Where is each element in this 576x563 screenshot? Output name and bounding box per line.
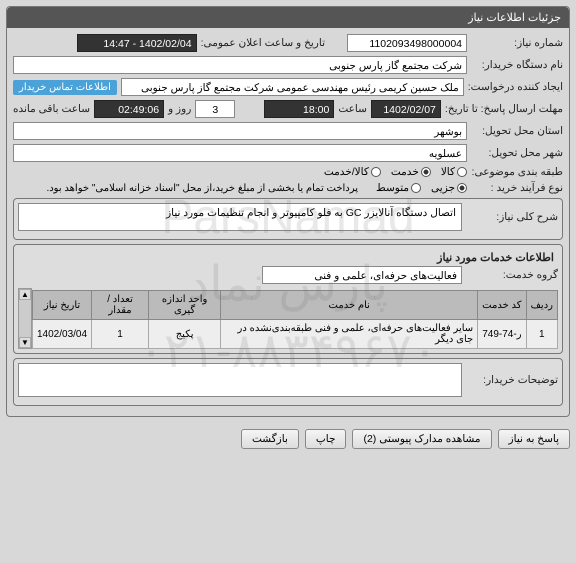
contact-link[interactable]: اطلاعات تماس خریدار: [13, 80, 117, 95]
radio-both[interactable]: کالا/خدمت: [324, 166, 381, 178]
deadline-remain-label: ساعت باقی مانده: [13, 103, 90, 115]
radio-medium[interactable]: متوسط: [376, 182, 421, 194]
deadline-time: 02:49:06: [94, 100, 164, 118]
scroll-down-icon[interactable]: ▼: [19, 337, 31, 348]
row-creator: ایجاد کننده درخواست: ملک حسین کریمی رئیس…: [13, 78, 563, 96]
radio-service[interactable]: خدمت: [391, 166, 431, 178]
print-button[interactable]: چاپ: [305, 429, 347, 449]
row-deadline: مهلت ارسال پاسخ: تا تاریخ: 1402/02/07 سا…: [13, 100, 563, 118]
province-value: بوشهر: [13, 122, 467, 140]
radio-goods[interactable]: کالا: [441, 166, 467, 178]
th-qty: تعداد / مقدار: [92, 291, 149, 320]
deadline-date: 1402/02/07: [371, 100, 441, 118]
table-scrollbar[interactable]: ▲ ▼: [18, 288, 32, 349]
row-buyer: نام دستگاه خریدار: شرکت مجتمع گاز پارس ج…: [13, 56, 563, 74]
row-subject-type: طبقه بندی موضوعی: کالا خدمت کالا/خدمت: [13, 166, 563, 178]
services-panel: اطلاعات خدمات مورد نیاز گروه خدمت: فعالی…: [13, 244, 563, 354]
deadline-label: مهلت ارسال پاسخ: تا تاریخ:: [445, 103, 563, 115]
th-code: کد خدمت: [478, 291, 526, 320]
subject-type-label: طبقه بندی موضوعی:: [471, 166, 563, 178]
buyer-notes-value: [18, 363, 462, 397]
services-table: ردیف کد خدمت نام خدمت واحد اندازه گیری ت…: [32, 290, 558, 349]
process-type-radios: جزیی متوسط: [376, 182, 467, 194]
attachments-button[interactable]: مشاهده مدارک پیوستی (2): [352, 429, 491, 449]
deadline-hour-label: ساعت: [338, 103, 367, 115]
main-desc-value: اتصال دستگاه آنالایزر GC به فلو کامپیوتر…: [18, 203, 462, 231]
scroll-up-icon[interactable]: ▲: [19, 289, 31, 300]
deadline-days-label: روز و: [168, 103, 191, 115]
deadline-days: 3: [195, 100, 235, 118]
buyer-notes-panel: توضیحات خریدار:: [13, 358, 563, 406]
announce-label: تاریخ و ساعت اعلان عمومی:: [201, 37, 325, 49]
footer-buttons: پاسخ به نیاز مشاهده مدارک پیوستی (2) چاپ…: [0, 423, 576, 455]
reqno-value: 1102093498000004: [347, 34, 467, 52]
main-panel: جزئیات اطلاعات نیاز شماره نیاز: 11020934…: [6, 6, 570, 417]
service-group-label: گروه خدمت:: [466, 269, 558, 281]
th-unit: واحد اندازه گیری: [148, 291, 220, 320]
announce-value: 1402/02/04 - 14:47: [77, 34, 197, 52]
row-process-type: نوع فرآیند خرید : جزیی متوسط پرداخت تمام…: [13, 182, 563, 194]
th-row: ردیف: [526, 291, 557, 320]
creator-label: ایجاد کننده درخواست:: [468, 81, 563, 93]
service-group-value: فعالیت‌های حرفه‌ای، علمی و فنی: [262, 266, 462, 284]
process-type-label: نوع فرآیند خرید :: [471, 182, 563, 194]
main-desc-panel: شرح کلی نیاز: اتصال دستگاه آنالایزر GC ب…: [13, 198, 563, 240]
main-desc-label: شرح کلی نیاز:: [466, 211, 558, 223]
subject-type-radios: کالا خدمت کالا/خدمت: [324, 166, 467, 178]
city-label: شهر محل تحویل:: [471, 147, 563, 159]
back-button[interactable]: بازگشت: [241, 429, 299, 449]
radio-minor[interactable]: جزیی: [431, 182, 467, 194]
reqno-label: شماره نیاز:: [471, 37, 563, 49]
process-note: پرداخت تمام یا بخشی از مبلغ خرید،از محل …: [46, 183, 358, 194]
city-value: عسلویه: [13, 144, 467, 162]
creator-value: ملک حسین کریمی رئیس مهندسی عمومی شرکت مج…: [121, 78, 464, 96]
reply-button[interactable]: پاسخ به نیاز: [498, 429, 570, 449]
th-name: نام خدمت: [221, 291, 478, 320]
th-date: تاریخ نیاز: [33, 291, 92, 320]
row-reqno-announce: شماره نیاز: 1102093498000004 تاریخ و ساع…: [13, 34, 563, 52]
buyer-notes-label: توضیحات خریدار:: [466, 374, 558, 386]
deadline-hour: 18:00: [264, 100, 334, 118]
table-row[interactable]: 1 ر-74-749 سایر فعالیت‌های حرفه‌ای، علمی…: [33, 320, 558, 349]
panel-title: جزئیات اطلاعات نیاز: [7, 7, 569, 28]
services-header: اطلاعات خدمات مورد نیاز: [18, 249, 558, 266]
buyer-value: شرکت مجتمع گاز پارس جنوبی: [13, 56, 467, 74]
row-province: استان محل تحویل: بوشهر: [13, 122, 563, 140]
buyer-label: نام دستگاه خریدار:: [471, 59, 563, 71]
row-city: شهر محل تحویل: عسلویه: [13, 144, 563, 162]
province-label: استان محل تحویل:: [471, 125, 563, 137]
